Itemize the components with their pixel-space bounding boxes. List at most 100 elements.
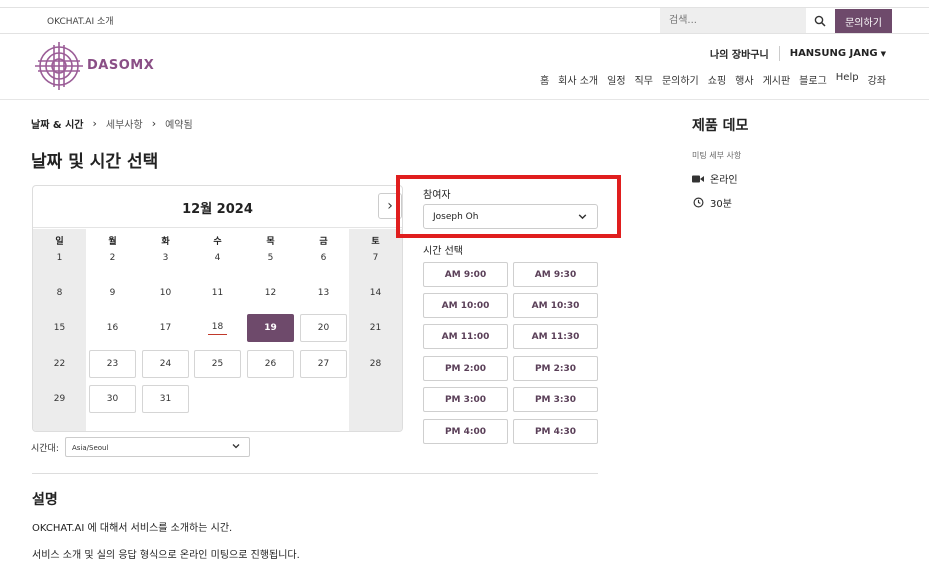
calendar-day: 9 — [89, 279, 136, 307]
nav-item-contact[interactable]: 문의하기 — [662, 72, 699, 87]
day-number: 2 — [109, 253, 116, 263]
calendar-day[interactable]: 30 — [89, 385, 136, 413]
day-number: 8 — [56, 288, 63, 298]
timezone-value: Asia/Seoul — [72, 444, 109, 452]
calendar-day[interactable]: 20 — [300, 314, 347, 342]
calendar-day: 10 — [142, 279, 189, 307]
calendar-day[interactable]: 18 — [194, 314, 241, 342]
logo-text: DASOMX — [87, 58, 155, 73]
nav-item-events-schedule[interactable]: 일정 — [607, 72, 625, 87]
calendar-day: 7 — [352, 244, 399, 272]
clock-icon — [692, 197, 704, 209]
calendar-day: 17 — [142, 314, 189, 342]
calendar-day[interactable]: 26 — [247, 350, 294, 378]
calendar-day[interactable]: 23 — [89, 350, 136, 378]
time-slot-button[interactable]: PM 3:00 — [423, 387, 508, 412]
time-slot-button[interactable]: AM 9:00 — [423, 262, 508, 287]
day-number: 14 — [369, 288, 382, 298]
calendar-day: 3 — [142, 244, 189, 272]
breadcrumb-step-datetime: 날짜 & 시간 — [31, 120, 84, 131]
calendar-day[interactable]: 27 — [300, 350, 347, 378]
description-line-1: OKCHAT.AI 에 대해서 서비스를 소개하는 시간. — [32, 523, 233, 534]
search-input[interactable] — [660, 8, 806, 33]
day-number: 9 — [109, 288, 116, 298]
calendar-day: 29 — [36, 385, 83, 413]
calendar: 12월 2024 › 일 월 화 수 목 금 토 1 2 3 4 5 6 7 8 9 10 11 12 13 14 15 1… — [32, 185, 403, 432]
nav-item-jobs[interactable]: 직무 — [635, 72, 653, 87]
main-nav: 홈 회사 소개 일정 직무 문의하기 쇼핑 행사 게시판 블로그 Help 강좌 — [540, 72, 886, 87]
day-number: 29 — [53, 394, 66, 404]
nav-item-blog[interactable]: 블로그 — [799, 72, 827, 87]
day-number: 16 — [106, 323, 119, 333]
day-number: 23 — [106, 359, 119, 369]
day-number: 1 — [56, 253, 63, 263]
day-number: 26 — [264, 359, 277, 369]
nav-item-events[interactable]: 행사 — [735, 72, 753, 87]
timezone-label: 시간대: — [31, 444, 59, 454]
about-link[interactable]: OKCHAT.AI 소개 — [47, 14, 114, 27]
nav-item-shop[interactable]: 쇼핑 — [708, 72, 726, 87]
meeting-location: 온라인 — [692, 171, 738, 186]
day-number: 13 — [317, 288, 330, 298]
day-number: 25 — [211, 359, 224, 369]
cart-link[interactable]: 나의 장바구니 — [710, 46, 780, 61]
calendar-day: 4 — [194, 244, 241, 272]
calendar-day[interactable]: 31 — [142, 385, 189, 413]
page-title: 날짜 및 시간 선택 — [31, 152, 159, 172]
calendar-day: 21 — [352, 314, 399, 342]
user-menu-row: 나의 장바구니 HANSUNG JANG ▼ — [710, 46, 886, 61]
calendar-day[interactable]: 25 — [194, 350, 241, 378]
calendar-day: 22 — [36, 350, 83, 378]
day-number: 12 — [264, 288, 277, 298]
breadcrumb-step-booked: 예약됨 — [165, 120, 193, 131]
search-button[interactable] — [806, 8, 834, 33]
calendar-day: 6 — [300, 244, 347, 272]
day-number: 4 — [214, 253, 221, 263]
event-title: 제품 데모 — [692, 118, 749, 134]
time-slot-button[interactable]: AM 10:00 — [423, 293, 508, 318]
nav-item-forum[interactable]: 게시판 — [763, 72, 791, 87]
chevron-right-icon: › — [151, 117, 157, 130]
time-slot-button[interactable]: AM 10:30 — [513, 293, 598, 318]
time-slot-button[interactable]: AM 9:30 — [513, 262, 598, 287]
day-number: 5 — [267, 253, 274, 263]
nav-item-help[interactable]: Help — [836, 72, 859, 87]
calendar-day-selected[interactable]: 19 — [247, 314, 294, 342]
dasomx-logo[interactable]: DASOMX — [35, 42, 154, 90]
calendar-day[interactable]: 24 — [142, 350, 189, 378]
chevron-right-icon: › — [92, 117, 97, 130]
time-slot-button[interactable]: PM 4:00 — [423, 419, 508, 444]
time-slot-button[interactable]: PM 2:30 — [513, 356, 598, 381]
attendee-highlight-box — [396, 175, 621, 238]
time-slot-button[interactable]: PM 3:30 — [513, 387, 598, 412]
duration-text: 30분 — [710, 199, 732, 210]
nav-item-company[interactable]: 회사 소개 — [558, 72, 598, 87]
user-name: HANSUNG JANG — [789, 48, 878, 59]
time-slot-button[interactable]: PM 2:00 — [423, 356, 508, 381]
day-number: 28 — [369, 359, 382, 369]
breadcrumb-step-details: 세부사항 — [105, 120, 143, 131]
meeting-details-label: 미팅 세부 사항 — [692, 151, 742, 160]
time-slot-button[interactable]: PM 4:30 — [513, 419, 598, 444]
nav-item-courses[interactable]: 강좌 — [868, 72, 886, 87]
logo-emblem-icon — [35, 42, 83, 90]
day-number: 18 — [207, 322, 228, 335]
calendar-day: 5 — [247, 244, 294, 272]
top-bar: OKCHAT.AI 소개 문의하기 — [0, 7, 929, 34]
day-number: 3 — [162, 253, 169, 263]
timezone-select[interactable]: Asia/Seoul — [65, 437, 250, 457]
location-text: 온라인 — [710, 175, 738, 186]
nav-item-home[interactable]: 홈 — [540, 72, 549, 87]
time-select-label: 시간 선택 — [423, 246, 463, 257]
video-camera-icon — [692, 173, 704, 185]
time-slot-button[interactable]: AM 11:00 — [423, 324, 508, 349]
day-number: 15 — [53, 323, 66, 333]
contact-button[interactable]: 문의하기 — [835, 9, 892, 33]
day-number: 7 — [372, 253, 379, 263]
calendar-day: 14 — [352, 279, 399, 307]
day-number: 31 — [159, 394, 172, 404]
time-slot-button[interactable]: AM 11:30 — [513, 324, 598, 349]
user-menu[interactable]: HANSUNG JANG ▼ — [790, 48, 886, 59]
calendar-day: 8 — [36, 279, 83, 307]
day-number: 24 — [159, 359, 172, 369]
